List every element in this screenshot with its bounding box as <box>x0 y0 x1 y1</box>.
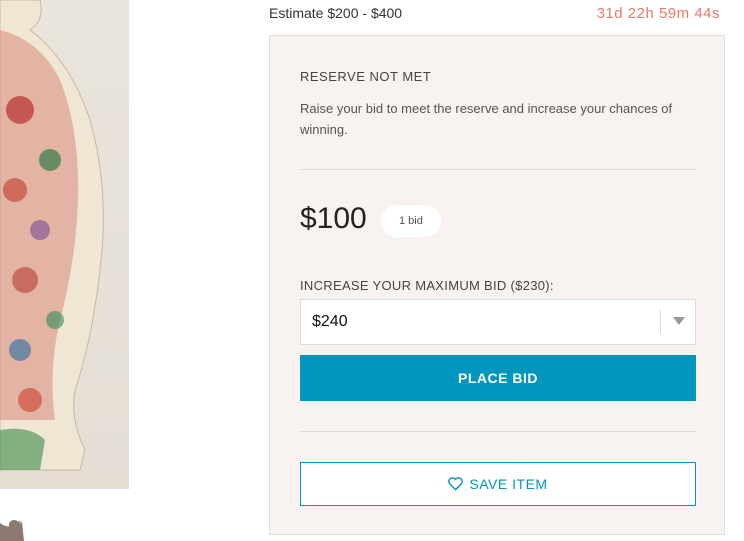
reserve-status-text: Raise your bid to meet the reserve and i… <box>300 101 673 137</box>
reserve-status-title: RESERVE NOT MET <box>300 69 432 84</box>
max-bid-label: INCREASE YOUR MAXIMUM BID ($230): <box>300 278 554 293</box>
chevron-down-icon[interactable] <box>673 317 685 325</box>
bid-count-badge[interactable]: 1 bid <box>381 205 441 237</box>
countdown-timer: 31d 22h 59m 44s <box>596 5 720 22</box>
product-image[interactable] <box>0 0 129 489</box>
save-item-button[interactable]: SAVE ITEM <box>300 462 696 506</box>
select-separator <box>660 310 661 334</box>
bid-panel: RESERVE NOT MET Raise your bid to meet t… <box>269 35 725 535</box>
save-item-label: SAVE ITEM <box>469 476 548 492</box>
place-bid-button[interactable]: PLACE BID <box>300 355 696 401</box>
current-price: $100 <box>300 202 367 235</box>
twitter-icon[interactable] <box>0 518 24 541</box>
divider <box>300 431 696 432</box>
divider <box>300 169 696 170</box>
heart-icon <box>448 477 464 491</box>
estimate-text: Estimate $200 - $400 <box>269 5 403 21</box>
max-bid-select[interactable]: $240 <box>300 299 696 345</box>
max-bid-select-value: $240 <box>312 313 348 330</box>
